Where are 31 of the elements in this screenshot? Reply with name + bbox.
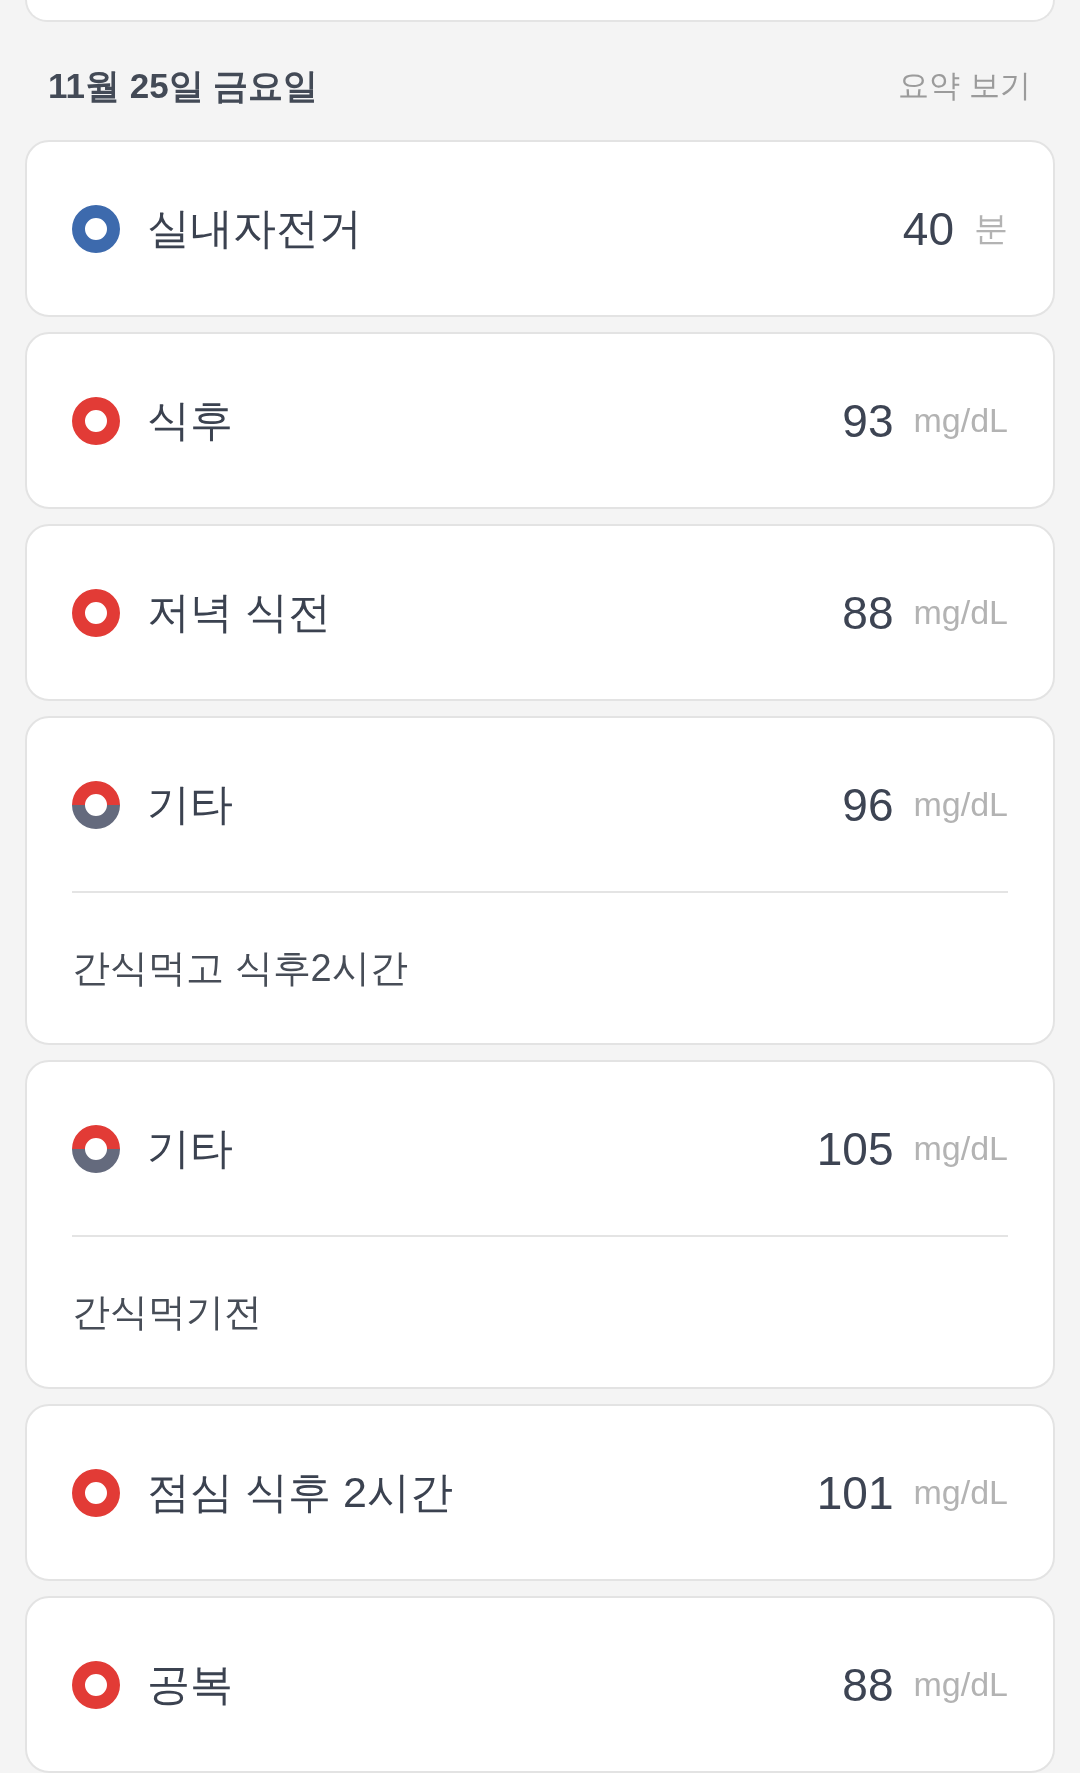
record-unit: mg/dL (913, 1665, 1008, 1704)
record-card[interactable]: 실내자전거 40 분 (25, 140, 1055, 317)
record-card[interactable]: 공복 88 mg/dL (25, 1596, 1055, 1773)
record-title: 실내자전거 (147, 202, 363, 254)
record-title: 공복 (147, 1658, 234, 1710)
record-unit: mg/dL (913, 593, 1008, 632)
record-value: 88 (842, 585, 894, 640)
record-title: 저녁 식전 (147, 586, 332, 638)
record-title: 점심 식후 2시간 (147, 1466, 454, 1518)
record-title: 식후 (147, 394, 234, 446)
record-value: 93 (842, 393, 894, 448)
record-card[interactable]: 기타 105 mg/dL 간식먹기전 (25, 1060, 1055, 1389)
record-card[interactable]: 식후 93 mg/dL (25, 332, 1055, 509)
record-card[interactable]: 점심 식후 2시간 101 mg/dL (25, 1404, 1055, 1581)
record-unit: mg/dL (913, 1473, 1008, 1512)
record-unit: mg/dL (913, 785, 1008, 824)
record-card[interactable]: 기타 96 mg/dL 간식먹고 식후2시간 (25, 716, 1055, 1045)
record-note: 간식먹기전 (72, 1289, 262, 1335)
record-title: 기타 (147, 778, 234, 830)
record-value: 40 (902, 201, 954, 256)
date-heading: 11월 25일 금요일 (48, 64, 319, 107)
record-unit: mg/dL (913, 1129, 1008, 1168)
record-title: 기타 (147, 1122, 234, 1174)
record-value: 101 (816, 1465, 894, 1520)
record-unit: 분 (974, 207, 1008, 249)
record-card[interactable]: 저녁 식전 88 mg/dL (25, 524, 1055, 701)
record-unit: mg/dL (913, 401, 1008, 440)
record-value: 105 (816, 1121, 894, 1176)
record-value: 96 (842, 777, 894, 832)
record-value: 88 (842, 1657, 894, 1712)
record-note: 간식먹고 식후2시간 (72, 945, 408, 991)
